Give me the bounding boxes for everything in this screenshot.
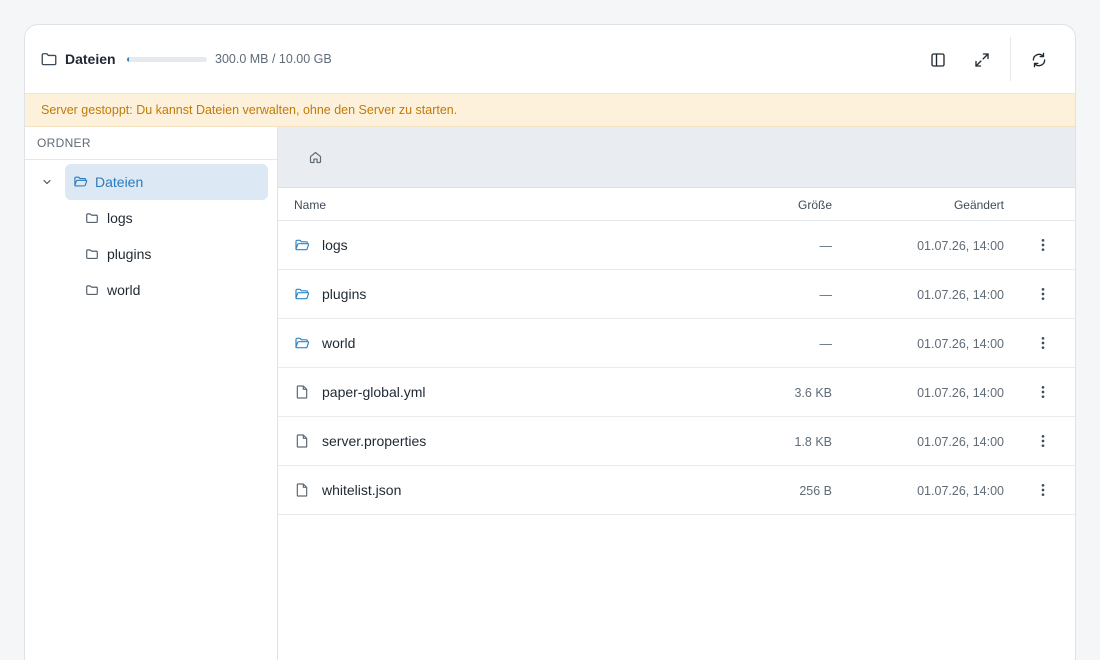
- table-row[interactable]: world — 01.07.26, 14:00: [278, 319, 1075, 368]
- home-icon[interactable]: [308, 150, 323, 165]
- more-vertical-icon: [1041, 288, 1045, 300]
- fullscreen-button[interactable]: [967, 45, 997, 75]
- column-header-modified[interactable]: Geändert: [954, 198, 1004, 212]
- file-icon: [296, 483, 308, 497]
- tree-item-plugins[interactable]: plugins: [85, 236, 265, 272]
- folder-open-icon: [295, 239, 310, 251]
- file-size: 3.6 KB: [794, 386, 832, 400]
- file-list-panel: Name Größe Geändert logs — 01.07.26, 14:00…: [278, 127, 1075, 660]
- header-divider: [1010, 37, 1011, 81]
- file-modified: 01.07.26, 14:00: [917, 435, 1004, 449]
- storage-quota-text: 300.0 MB / 10.00 GB: [215, 52, 332, 66]
- folder-open-icon: [295, 288, 310, 300]
- table-row[interactable]: server.properties 1.8 KB 01.07.26, 14:00: [278, 417, 1075, 466]
- more-vertical-icon: [1041, 239, 1045, 251]
- storage-quota-bar: [127, 57, 207, 62]
- more-vertical-icon: [1041, 337, 1045, 349]
- file-modified: 01.07.26, 14:00: [917, 337, 1004, 351]
- more-vertical-icon: [1041, 484, 1045, 496]
- more-vertical-icon: [1041, 386, 1045, 398]
- folder-icon: [41, 53, 57, 66]
- tree-root-label: Dateien: [95, 174, 144, 190]
- file-name: whitelist.json: [322, 482, 402, 498]
- tree-item-label: world: [107, 282, 141, 298]
- more-vertical-icon: [1041, 435, 1045, 447]
- table-header: Name Größe Geändert: [278, 188, 1075, 221]
- file-name: logs: [322, 237, 348, 253]
- refresh-button[interactable]: [1024, 45, 1054, 75]
- file-name: world: [322, 335, 356, 351]
- file-name: server.properties: [322, 433, 427, 449]
- file-modified: 01.07.26, 14:00: [917, 484, 1004, 498]
- table-row[interactable]: paper-global.yml 3.6 KB 01.07.26, 14:00: [278, 368, 1075, 417]
- folder-tree-sidebar: ORDNER Dateien logs plugins world: [25, 127, 278, 660]
- breadcrumb: [278, 127, 1075, 188]
- row-actions-button[interactable]: [1031, 429, 1055, 453]
- folder-icon: [86, 249, 98, 259]
- folder-icon: [86, 285, 98, 295]
- column-header-size[interactable]: Größe: [798, 198, 832, 212]
- file-name: paper-global.yml: [322, 384, 426, 400]
- tree-item-label: plugins: [107, 246, 152, 262]
- folder-open-icon: [74, 176, 88, 187]
- file-name: plugins: [322, 286, 367, 302]
- tree-item-root[interactable]: Dateien: [65, 164, 268, 200]
- file-icon: [296, 434, 308, 448]
- tree-item-logs[interactable]: logs: [85, 200, 265, 236]
- folder-open-icon: [295, 337, 310, 349]
- sidebar-toggle-button[interactable]: [923, 45, 953, 75]
- row-actions-button[interactable]: [1031, 233, 1055, 257]
- row-actions-button[interactable]: [1031, 478, 1055, 502]
- page-title: Dateien: [65, 51, 116, 67]
- file-manager-panel: Dateien 300.0 MB / 10.00 GB Server gesto…: [24, 24, 1076, 660]
- table-row[interactable]: whitelist.json 256 B 01.07.26, 14:00: [278, 466, 1075, 515]
- file-modified: 01.07.26, 14:00: [917, 239, 1004, 253]
- file-size: —: [819, 239, 833, 253]
- folder-icon: [86, 213, 98, 223]
- header: Dateien 300.0 MB / 10.00 GB: [25, 25, 1075, 94]
- file-icon: [296, 385, 308, 399]
- chevron-down-icon[interactable]: [41, 176, 53, 188]
- table-row[interactable]: logs — 01.07.26, 14:00: [278, 221, 1075, 270]
- file-size: 256 B: [799, 484, 832, 498]
- tree-item-world[interactable]: world: [85, 272, 265, 308]
- storage-quota-fill: [127, 57, 130, 62]
- refresh-icon: [1032, 52, 1046, 68]
- file-modified: 01.07.26, 14:00: [917, 288, 1004, 302]
- table-row[interactable]: plugins — 01.07.26, 14:00: [278, 270, 1075, 319]
- column-header-name[interactable]: Name: [294, 198, 326, 212]
- row-actions-button[interactable]: [1031, 331, 1055, 355]
- row-actions-button[interactable]: [1031, 380, 1055, 404]
- file-size: —: [819, 288, 833, 302]
- file-size: 1.8 KB: [794, 435, 832, 449]
- file-size: —: [819, 337, 833, 351]
- tree-item-label: logs: [107, 210, 133, 226]
- server-stopped-banner: Server gestoppt: Du kannst Dateien verwa…: [25, 94, 1075, 127]
- file-modified: 01.07.26, 14:00: [917, 386, 1004, 400]
- expand-icon: [975, 53, 989, 67]
- sidebar-heading: ORDNER: [25, 127, 277, 160]
- row-actions-button[interactable]: [1031, 282, 1055, 306]
- sidebar-toggle-icon: [931, 53, 945, 67]
